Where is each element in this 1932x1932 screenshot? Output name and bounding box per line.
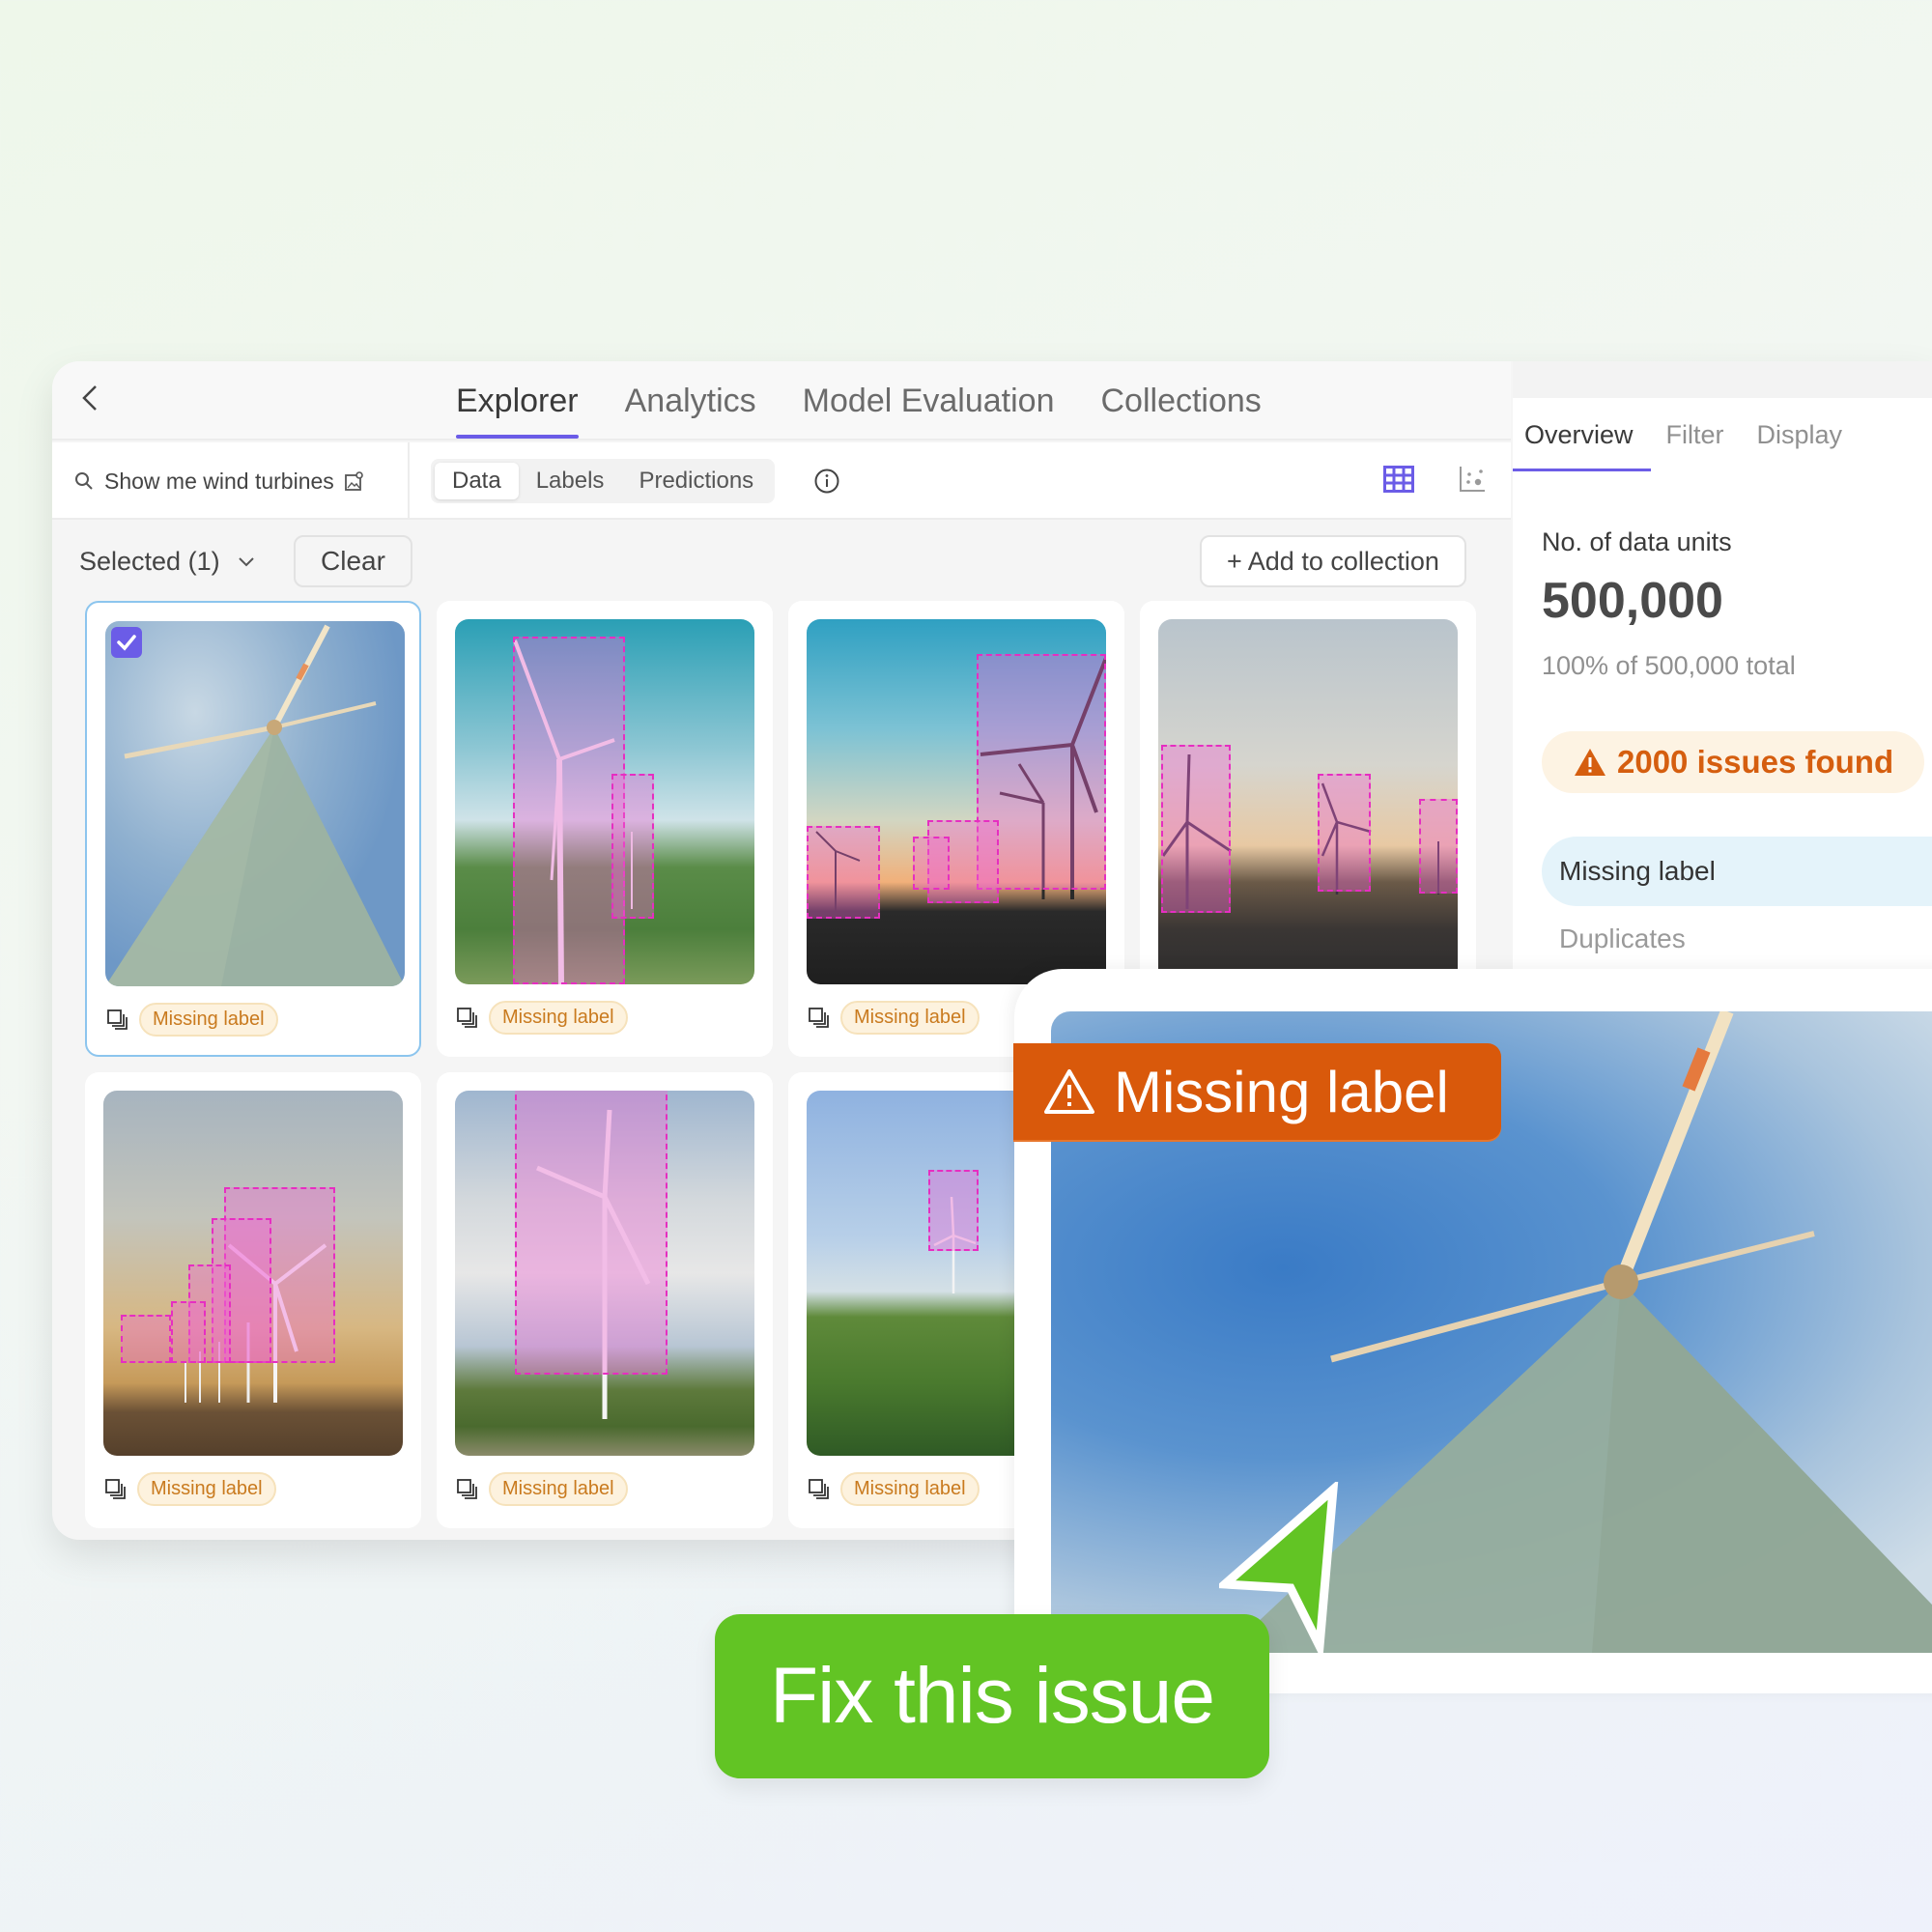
issues-count: 2000 issues found xyxy=(1617,744,1894,780)
segment-predictions[interactable]: Predictions xyxy=(621,463,771,499)
copies-icon[interactable] xyxy=(808,1478,831,1501)
bounding-box[interactable] xyxy=(1161,745,1231,913)
tab-collections[interactable]: Collections xyxy=(1101,361,1262,440)
search-query: Show me wind turbines xyxy=(104,468,334,494)
bounding-box[interactable] xyxy=(928,1170,979,1251)
search-input[interactable]: Show me wind turbines xyxy=(52,442,410,520)
bounding-box[interactable] xyxy=(611,774,654,919)
bounding-box[interactable] xyxy=(913,837,950,890)
missing-label-banner: Missing label xyxy=(1013,1043,1501,1140)
card-footer: Missing label xyxy=(104,1472,276,1506)
grid-item[interactable]: Missing label xyxy=(437,601,773,1057)
data-units-subtext: 100% of 500,000 total xyxy=(1542,651,1796,680)
tab-filter[interactable]: Filter xyxy=(1666,398,1724,471)
issue-type-duplicates[interactable]: Duplicates xyxy=(1559,923,1686,954)
segment-labels[interactable]: Labels xyxy=(519,463,622,499)
image-search-icon[interactable] xyxy=(344,470,365,492)
chevron-left-icon xyxy=(82,385,97,411)
clear-button[interactable]: Clear xyxy=(294,535,412,587)
copies-icon[interactable] xyxy=(808,1007,831,1030)
bounding-box[interactable] xyxy=(513,637,625,984)
fix-issue-button[interactable]: Fix this issue xyxy=(715,1614,1269,1778)
copies-icon[interactable] xyxy=(104,1478,128,1501)
warning-icon xyxy=(1575,749,1605,776)
panel-tabs: Overview Filter Display xyxy=(1513,398,1843,471)
bounding-box[interactable] xyxy=(807,826,880,919)
missing-label-badge: Missing label xyxy=(840,1472,980,1506)
back-button[interactable] xyxy=(71,379,110,417)
missing-label-badge: Missing label xyxy=(840,1001,980,1035)
missing-label-badge: Missing label xyxy=(489,1001,628,1035)
tab-analytics[interactable]: Analytics xyxy=(625,361,756,440)
tab-overview[interactable]: Overview xyxy=(1513,398,1650,471)
thumbnail-image xyxy=(455,1091,754,1456)
missing-label-text: Missing label xyxy=(1114,1059,1449,1124)
missing-label-badge: Missing label xyxy=(139,1003,278,1037)
card-footer: Missing label xyxy=(106,1003,278,1037)
checkmark-icon xyxy=(117,635,136,651)
grid-item[interactable]: Missing label xyxy=(85,1072,421,1528)
card-footer: Missing label xyxy=(456,1472,628,1506)
copies-icon[interactable] xyxy=(106,1009,129,1032)
search-icon xyxy=(75,472,93,490)
tab-model-evaluation[interactable]: Model Evaluation xyxy=(803,361,1055,440)
selection-bar: Selected (1) Clear + Add to collection xyxy=(52,522,1511,599)
thumbnail-image xyxy=(807,619,1106,984)
scatter-view-icon[interactable] xyxy=(1459,466,1486,493)
select-checkbox[interactable] xyxy=(111,627,142,658)
issue-type-missing-label[interactable]: Missing label xyxy=(1542,837,1932,906)
bounding-box[interactable] xyxy=(515,1091,668,1375)
tab-explorer[interactable]: Explorer xyxy=(456,361,579,440)
bounding-box[interactable] xyxy=(121,1315,171,1363)
tab-display[interactable]: Display xyxy=(1757,398,1843,471)
main-tabs: Explorer Analytics Model Evaluation Coll… xyxy=(456,361,1262,440)
segment-data[interactable]: Data xyxy=(435,463,519,499)
bounding-box[interactable] xyxy=(1419,799,1458,894)
missing-label-badge: Missing label xyxy=(137,1472,276,1506)
grid-item[interactable]: Missing label xyxy=(437,1072,773,1528)
bounding-box[interactable] xyxy=(1318,774,1371,892)
warning-icon xyxy=(1044,1069,1094,1114)
thumbnail-image xyxy=(103,1091,403,1456)
missing-label-badge: Missing label xyxy=(489,1472,628,1506)
card-footer: Missing label xyxy=(808,1001,980,1035)
selected-dropdown[interactable]: Selected (1) xyxy=(79,547,255,577)
thumbnail-image xyxy=(1158,619,1458,984)
grid-item[interactable]: Missing label xyxy=(85,601,421,1057)
panel-header-strip xyxy=(1513,361,1932,398)
thumbnail-image xyxy=(455,619,754,984)
bounding-box[interactable] xyxy=(171,1301,206,1363)
grid-view-icon[interactable] xyxy=(1383,466,1414,493)
thumbnail-image xyxy=(105,621,405,986)
selected-count: Selected (1) xyxy=(79,547,220,576)
toolbar: Show me wind turbines Data Labels Predic… xyxy=(52,442,1511,520)
top-nav: Explorer Analytics Model Evaluation Coll… xyxy=(52,361,1511,440)
overview-panel: Overview Filter Display No. of data unit… xyxy=(1513,398,1932,978)
data-units-label: No. of data units xyxy=(1542,527,1732,556)
copies-icon[interactable] xyxy=(456,1478,479,1501)
add-to-collection-button[interactable]: + Add to collection xyxy=(1200,535,1466,587)
view-segment-control: Data Labels Predictions xyxy=(431,459,776,503)
issues-found-badge[interactable]: 2000 issues found xyxy=(1542,731,1925,793)
copies-icon[interactable] xyxy=(456,1007,479,1030)
info-icon[interactable] xyxy=(813,468,840,495)
data-units-value: 500,000 xyxy=(1542,573,1723,629)
chevron-down-icon xyxy=(238,556,254,566)
card-footer: Missing label xyxy=(808,1472,980,1506)
card-footer: Missing label xyxy=(456,1001,628,1035)
